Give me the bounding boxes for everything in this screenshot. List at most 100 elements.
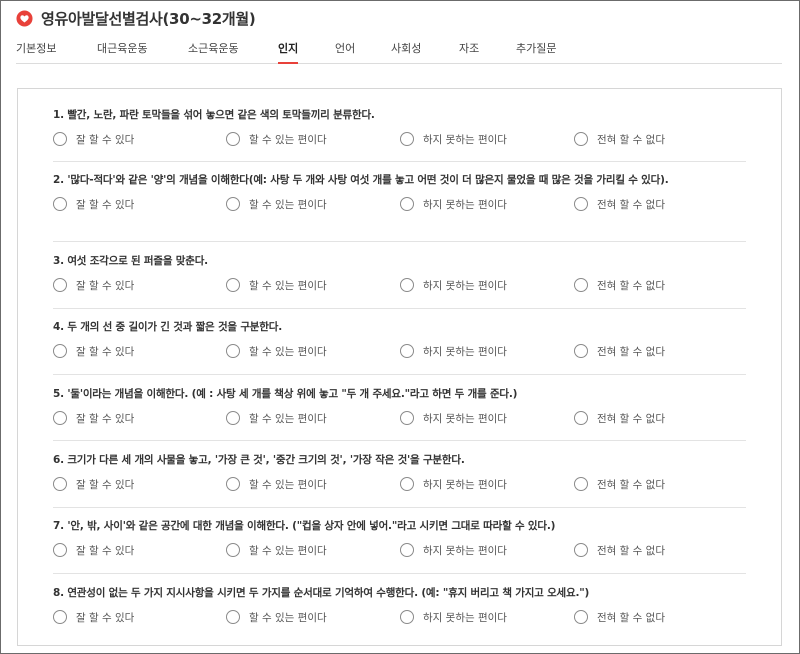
radio-button[interactable] [53, 610, 67, 624]
option-mostly-can[interactable]: 할 수 있는 편이다 [226, 542, 327, 558]
option-mostly-can[interactable]: 할 수 있는 편이다 [226, 277, 327, 293]
option-cannot-at-all[interactable]: 전혀 할 수 없다 [574, 196, 665, 212]
option-label: 하지 못하는 편이다 [423, 279, 507, 292]
option-label: 하지 못하는 편이다 [423, 478, 507, 491]
option-cannot-at-all[interactable]: 전혀 할 수 없다 [574, 131, 665, 147]
radio-button[interactable] [574, 278, 588, 292]
radio-button[interactable] [400, 344, 414, 358]
page-title: 영유아발달선별검사(30~32개월) [41, 9, 256, 28]
option-mostly-can[interactable]: 할 수 있는 편이다 [226, 131, 327, 147]
answer-options: 잘 할 수 있다 할 수 있는 편이다 하지 못하는 편이다 전혀 할 수 없다 [53, 343, 746, 359]
radio-button[interactable] [53, 477, 67, 491]
radio-button[interactable] [400, 278, 414, 292]
radio-button[interactable] [226, 344, 240, 358]
radio-button[interactable] [400, 197, 414, 211]
option-cannot-at-all[interactable]: 전혀 할 수 없다 [574, 277, 665, 293]
radio-button[interactable] [226, 610, 240, 624]
tab-language[interactable]: 언어 [335, 38, 355, 64]
radio-button[interactable] [574, 610, 588, 624]
radio-button[interactable] [574, 344, 588, 358]
option-label: 하지 못하는 편이다 [423, 133, 507, 146]
option-mostly-cannot[interactable]: 하지 못하는 편이다 [400, 343, 507, 359]
answer-options: 잘 할 수 있다 할 수 있는 편이다 하지 못하는 편이다 전혀 할 수 없다 [53, 196, 746, 212]
option-label: 하지 못하는 편이다 [423, 412, 507, 425]
radio-button[interactable] [400, 132, 414, 146]
radio-button[interactable] [400, 477, 414, 491]
option-mostly-cannot[interactable]: 하지 못하는 편이다 [400, 542, 507, 558]
option-label: 전혀 할 수 없다 [597, 133, 665, 146]
question-text: 7. '안, 밖, 사이'와 같은 공간에 대한 개념을 이해한다. ("컵을 … [53, 520, 556, 532]
radio-button[interactable] [400, 543, 414, 557]
option-cannot-at-all[interactable]: 전혀 할 수 없다 [574, 609, 665, 625]
option-can-do-well[interactable]: 잘 할 수 있다 [53, 476, 134, 492]
tab-gross-motor[interactable]: 대근육운동 [97, 38, 148, 64]
option-label: 할 수 있는 편이다 [249, 478, 327, 491]
option-can-do-well[interactable]: 잘 할 수 있다 [53, 343, 134, 359]
tab-cognition[interactable]: 인지 [278, 38, 299, 64]
radio-button[interactable] [53, 411, 67, 425]
option-can-do-well[interactable]: 잘 할 수 있다 [53, 131, 134, 147]
radio-button[interactable] [574, 477, 588, 491]
heart-logo-icon [16, 9, 33, 27]
radio-button[interactable] [226, 278, 240, 292]
radio-button[interactable] [53, 278, 67, 292]
option-can-do-well[interactable]: 잘 할 수 있다 [53, 277, 134, 293]
option-label: 잘 할 수 있다 [76, 133, 135, 146]
option-label: 하지 못하는 편이다 [423, 345, 507, 358]
option-mostly-cannot[interactable]: 하지 못하는 편이다 [400, 609, 507, 625]
option-can-do-well[interactable]: 잘 할 수 있다 [53, 609, 134, 625]
option-cannot-at-all[interactable]: 전혀 할 수 없다 [574, 542, 665, 558]
tab-extra-questions[interactable]: 추가질문 [516, 38, 556, 64]
option-can-do-well[interactable]: 잘 할 수 있다 [53, 196, 134, 212]
option-cannot-at-all[interactable]: 전혀 할 수 없다 [574, 343, 665, 359]
question-text: 4. 두 개의 선 중 길이가 긴 것과 짧은 것을 구분한다. [53, 321, 282, 333]
option-mostly-cannot[interactable]: 하지 못하는 편이다 [400, 410, 507, 426]
option-mostly-cannot[interactable]: 하지 못하는 편이다 [400, 476, 507, 492]
tab-social[interactable]: 사회성 [391, 38, 421, 64]
radio-button[interactable] [400, 411, 414, 425]
option-mostly-cannot[interactable]: 하지 못하는 편이다 [400, 196, 507, 212]
radio-button[interactable] [53, 132, 67, 146]
radio-button[interactable] [53, 197, 67, 211]
option-cannot-at-all[interactable]: 전혀 할 수 없다 [574, 410, 665, 426]
tab-self-help[interactable]: 자조 [459, 38, 479, 64]
option-mostly-can[interactable]: 할 수 있는 편이다 [226, 196, 327, 212]
radio-button[interactable] [226, 543, 240, 557]
option-label: 할 수 있는 편이다 [249, 279, 327, 292]
option-mostly-can[interactable]: 할 수 있는 편이다 [226, 343, 327, 359]
option-label: 전혀 할 수 없다 [597, 544, 665, 557]
option-label: 전혀 할 수 없다 [597, 478, 665, 491]
option-label: 잘 할 수 있다 [76, 345, 135, 358]
answer-options: 잘 할 수 있다 할 수 있는 편이다 하지 못하는 편이다 전혀 할 수 없다 [53, 277, 746, 293]
question-4: 4. 두 개의 선 중 길이가 긴 것과 짧은 것을 구분한다. 잘 할 수 있… [53, 320, 746, 359]
radio-button[interactable] [226, 411, 240, 425]
option-cannot-at-all[interactable]: 전혀 할 수 없다 [574, 476, 665, 492]
radio-button[interactable] [53, 344, 67, 358]
question-8: 8. 연관성이 없는 두 가지 지시사항을 시키면 두 가지를 순서대로 기억하… [53, 586, 746, 625]
radio-button[interactable] [574, 411, 588, 425]
divider [53, 507, 746, 508]
radio-button[interactable] [226, 132, 240, 146]
option-mostly-cannot[interactable]: 하지 못하는 편이다 [400, 131, 507, 147]
option-label: 할 수 있는 편이다 [249, 345, 327, 358]
radio-button[interactable] [53, 543, 67, 557]
option-label: 전혀 할 수 없다 [597, 198, 665, 211]
divider [53, 241, 746, 242]
option-can-do-well[interactable]: 잘 할 수 있다 [53, 410, 134, 426]
divider [53, 573, 746, 574]
tab-basic-info[interactable]: 기본정보 [16, 38, 56, 64]
radio-button[interactable] [574, 197, 588, 211]
radio-button[interactable] [574, 132, 588, 146]
radio-button[interactable] [574, 543, 588, 557]
radio-button[interactable] [400, 610, 414, 624]
option-label: 전혀 할 수 없다 [597, 279, 665, 292]
radio-button[interactable] [226, 477, 240, 491]
option-label: 전혀 할 수 없다 [597, 611, 665, 624]
radio-button[interactable] [226, 197, 240, 211]
option-mostly-can[interactable]: 할 수 있는 편이다 [226, 410, 327, 426]
option-mostly-can[interactable]: 할 수 있는 편이다 [226, 609, 327, 625]
tab-fine-motor[interactable]: 소근육운동 [188, 38, 239, 64]
option-can-do-well[interactable]: 잘 할 수 있다 [53, 542, 134, 558]
option-mostly-can[interactable]: 할 수 있는 편이다 [226, 476, 327, 492]
option-mostly-cannot[interactable]: 하지 못하는 편이다 [400, 277, 507, 293]
